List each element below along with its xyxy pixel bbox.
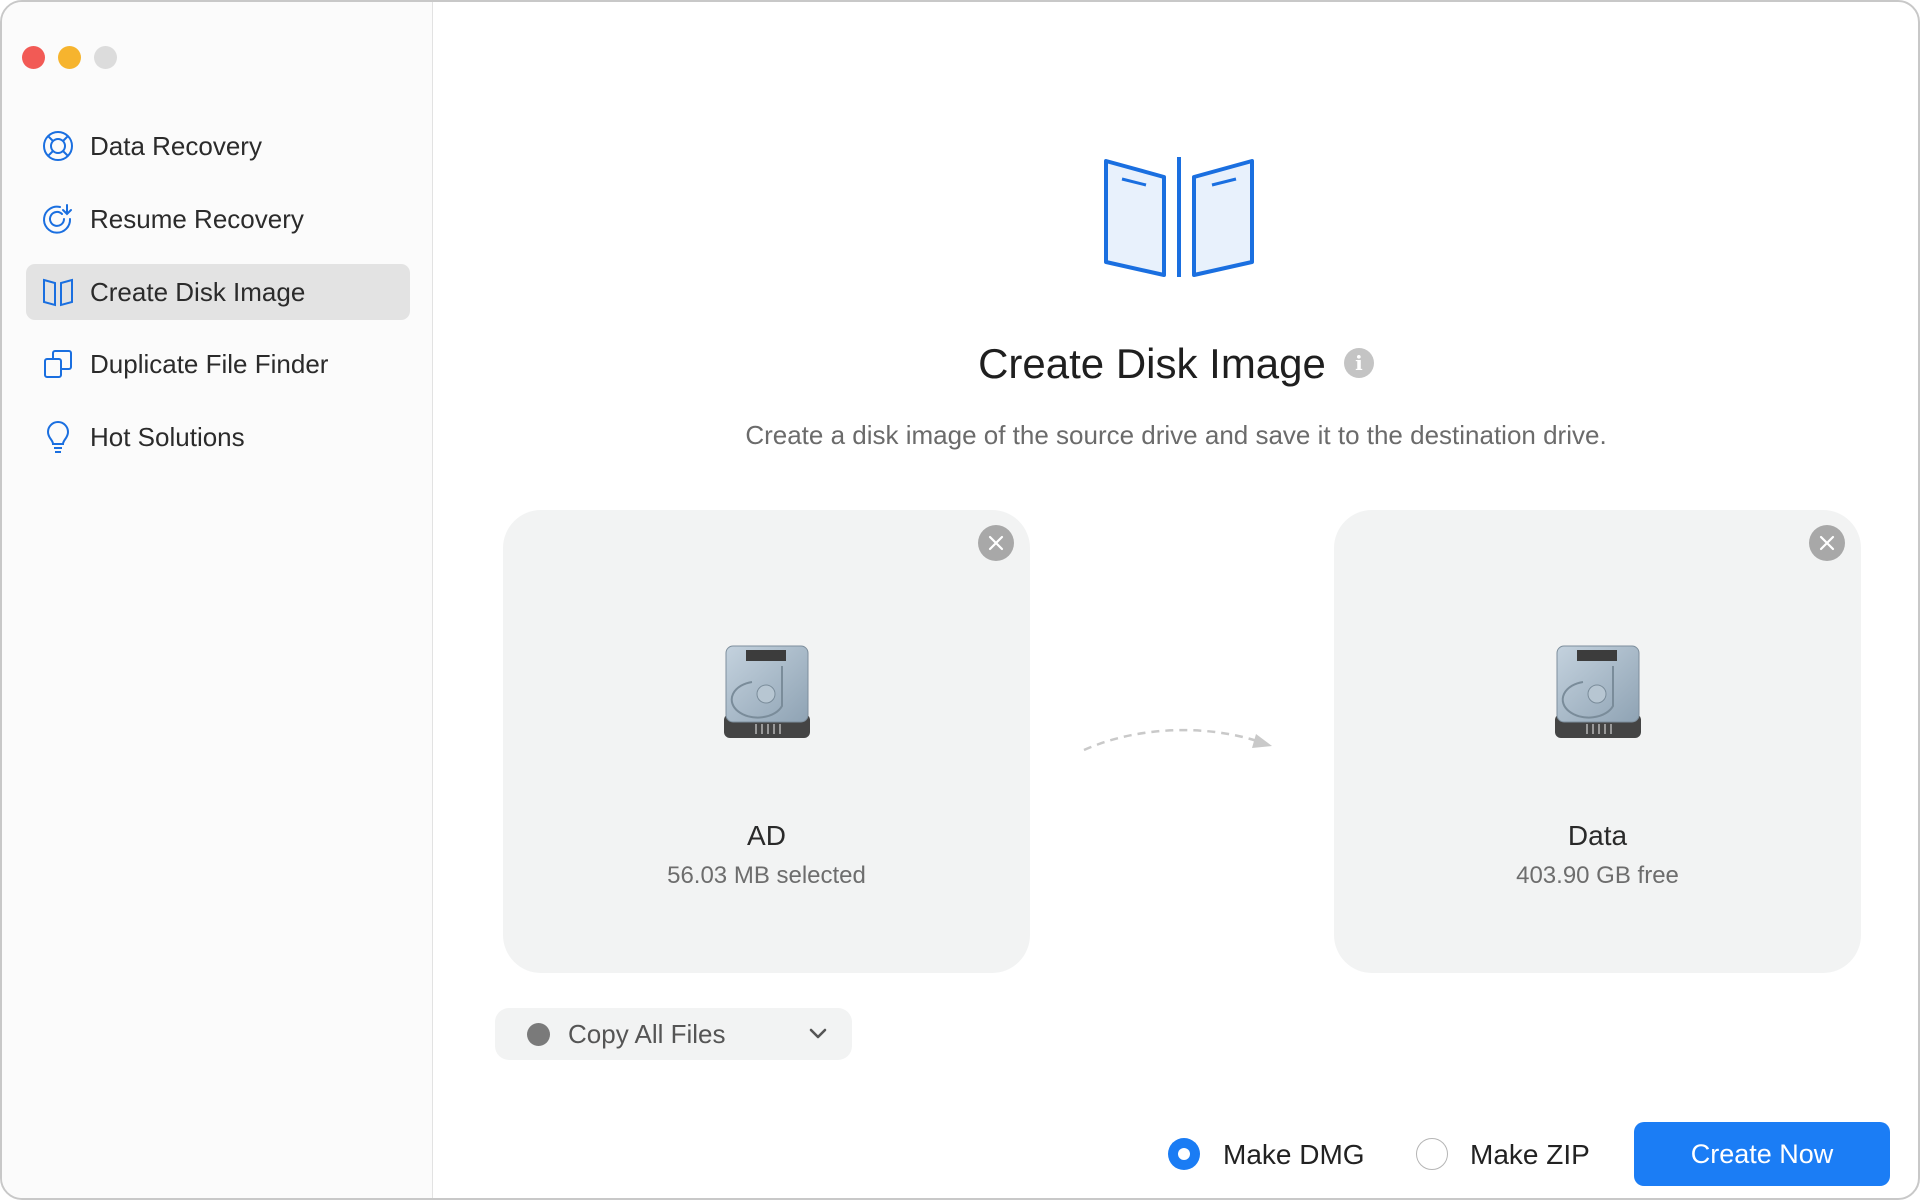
page-subtitle: Create a disk image of the source drive … xyxy=(745,420,1607,450)
destination-drive-name: Data xyxy=(1567,820,1628,851)
disk-image-hero-icon xyxy=(1104,157,1254,277)
copy-mode-dropdown[interactable]: Copy All Files xyxy=(495,1008,852,1060)
status-dot-icon xyxy=(527,1022,550,1046)
zoom-window-button[interactable] xyxy=(94,46,117,69)
arrow-right-icon xyxy=(1083,728,1272,752)
sidebar-item-label: Create Disk Image xyxy=(90,276,306,307)
close-window-button[interactable] xyxy=(22,46,45,69)
duplicate-icon xyxy=(44,350,72,378)
sidebar-item-label: Hot Solutions xyxy=(90,421,245,452)
sidebar-item-create-disk-image[interactable]: Create Disk Image xyxy=(26,264,410,320)
sidebar-item-hot-solutions[interactable]: Hot Solutions xyxy=(26,409,410,465)
hard-drive-icon xyxy=(724,645,810,738)
close-icon xyxy=(1819,535,1835,551)
sidebar-item-data-recovery[interactable]: Data Recovery xyxy=(26,118,410,174)
minimize-window-button[interactable] xyxy=(58,46,81,69)
copy-mode-value: Copy All Files xyxy=(568,1018,726,1049)
source-drive-card[interactable]: AD 56.03 MB selected xyxy=(503,510,1030,973)
resume-icon xyxy=(43,204,72,234)
lifebuoy-icon xyxy=(43,131,73,161)
hard-drive-icon xyxy=(1555,645,1641,738)
page-title: Create Disk Image i xyxy=(434,340,1918,388)
chevron-down-icon xyxy=(809,1028,827,1039)
app-window: Data Recovery Resume Recovery Create Dis… xyxy=(0,0,1920,1200)
remove-source-button[interactable] xyxy=(978,525,1014,561)
make-dmg-label[interactable]: Make DMG xyxy=(1223,1139,1365,1171)
remove-destination-button[interactable] xyxy=(1809,525,1845,561)
source-drive-selected-size: 56.03 MB selected xyxy=(667,862,866,889)
sidebar-item-label: Duplicate File Finder xyxy=(90,348,329,379)
disk-image-icon xyxy=(43,278,73,307)
make-zip-radio[interactable] xyxy=(1416,1138,1448,1170)
source-drive-name: AD xyxy=(747,820,786,851)
create-now-button[interactable]: Create Now xyxy=(1634,1122,1890,1186)
sidebar-item-resume-recovery[interactable]: Resume Recovery xyxy=(26,191,410,247)
info-icon[interactable]: i xyxy=(1343,347,1374,378)
main-panel: Create Disk Image i Create a disk image o… xyxy=(434,2,1918,1198)
sidebar-item-duplicate-file-finder[interactable]: Duplicate File Finder xyxy=(26,336,410,392)
lightbulb-icon xyxy=(46,421,70,453)
page-title-text: Create Disk Image xyxy=(978,340,1326,387)
sidebar-item-label: Data Recovery xyxy=(90,130,262,161)
make-dmg-radio[interactable] xyxy=(1168,1138,1200,1170)
make-zip-label[interactable]: Make ZIP xyxy=(1470,1139,1590,1171)
destination-drive-card[interactable]: Data 403.90 GB free xyxy=(1334,510,1861,973)
sidebar-item-label: Resume Recovery xyxy=(90,203,304,234)
destination-drive-free-space: 403.90 GB free xyxy=(1516,862,1679,889)
sidebar: Data Recovery Resume Recovery Create Dis… xyxy=(2,2,433,1198)
close-icon xyxy=(988,535,1004,551)
